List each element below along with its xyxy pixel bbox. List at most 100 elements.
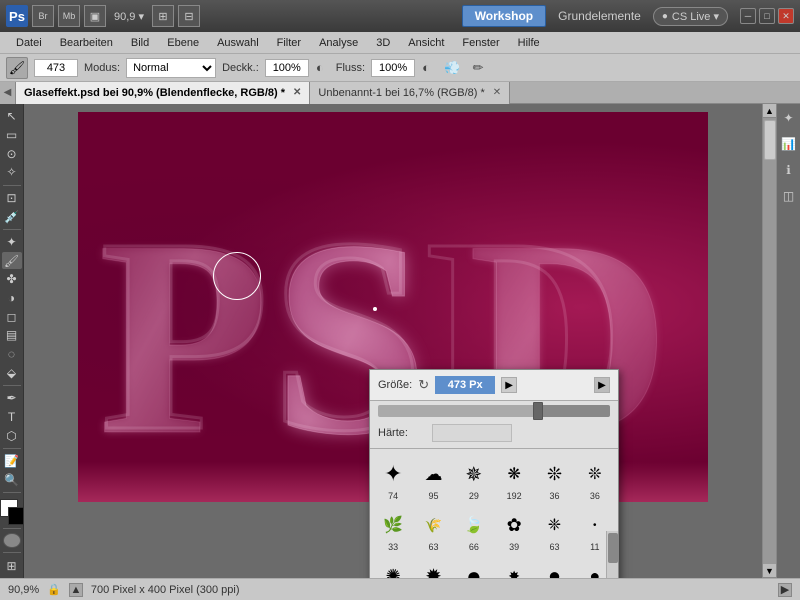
pressure-icon[interactable]: ✏ xyxy=(468,58,488,78)
brush-item-14[interactable]: ●55 xyxy=(455,557,493,578)
brush-item-16[interactable]: ●75 xyxy=(535,557,573,578)
workshop-button[interactable]: Workshop xyxy=(462,5,546,27)
brush-item-9[interactable]: ✿39 xyxy=(495,506,533,555)
color-swatches[interactable] xyxy=(0,499,24,522)
brush-scrollbar[interactable] xyxy=(606,531,618,578)
brush-picker-popup[interactable]: Größe: ↻ ▶ ▶ Härte: ✦74☁95✵29❋192❊36❊36🌿… xyxy=(369,369,619,578)
tab-unbenannt[interactable]: Unbenannt-1 bei 16,7% (RGB/8) * ✕ xyxy=(310,82,510,104)
brush-size-input[interactable] xyxy=(34,59,78,77)
brush-item-5[interactable]: ❊36 xyxy=(576,455,614,504)
brush-item-12[interactable]: ✺48 xyxy=(374,557,412,578)
crop-tool[interactable]: ⊡ xyxy=(2,190,22,207)
brush-item-13[interactable]: ✹32 xyxy=(414,557,452,578)
scroll-down-btn[interactable]: ▼ xyxy=(763,564,777,578)
spot-heal-tool[interactable]: ✦ xyxy=(2,234,22,251)
select-rect-tool[interactable]: ▭ xyxy=(2,127,22,144)
hardness-input[interactable] xyxy=(432,424,512,442)
menu-analyse[interactable]: Analyse xyxy=(311,35,366,51)
text-tool[interactable]: T xyxy=(2,409,22,426)
deckung-icon[interactable]: ◐ xyxy=(310,58,330,78)
size-arrow-right[interactable]: ▶ xyxy=(501,377,517,393)
layout-btn[interactable]: ⊟ xyxy=(178,5,200,27)
brush-item-15[interactable]: ✸100 xyxy=(495,557,533,578)
popup-options-btn[interactable]: ▶ xyxy=(594,377,610,393)
size-slider[interactable] xyxy=(378,405,610,417)
background-color[interactable] xyxy=(8,507,24,525)
modus-dropdown[interactable]: Normal xyxy=(126,58,216,78)
pen-tool[interactable]: ✒ xyxy=(2,390,22,407)
arrange-btn[interactable]: ⊞ xyxy=(152,5,174,27)
size-input[interactable] xyxy=(435,376,495,394)
status-scroll-right[interactable]: ▶ xyxy=(778,583,792,597)
scroll-track[interactable] xyxy=(763,118,776,564)
gradient-tool[interactable]: ▤ xyxy=(2,327,22,344)
brush-tool-icon[interactable]: 🖌 xyxy=(6,57,28,79)
cs-live-button[interactable]: ● CS Live ▾ xyxy=(653,7,728,26)
zoom-tool[interactable]: 🔍 xyxy=(2,471,22,488)
menu-filter[interactable]: Filter xyxy=(269,35,309,51)
bridge-badge[interactable]: Br xyxy=(32,5,54,27)
shape-tool[interactable]: ⬡ xyxy=(2,427,22,444)
blur-tool[interactable]: ◌ xyxy=(2,346,22,363)
tab-glaseffekt-close[interactable]: ✕ xyxy=(293,87,301,98)
minimize-button[interactable]: ─ xyxy=(740,8,756,24)
menu-hilfe[interactable]: Hilfe xyxy=(510,35,548,51)
notes-tool[interactable]: 📝 xyxy=(2,453,22,470)
menu-datei[interactable]: Datei xyxy=(8,35,50,51)
airbrush-icon[interactable]: 💨 xyxy=(442,58,462,78)
close-button[interactable]: ✕ xyxy=(778,8,794,24)
menu-3d[interactable]: 3D xyxy=(368,35,398,51)
move-tool[interactable]: ↖ xyxy=(2,108,22,125)
minibr-badge[interactable]: Mb xyxy=(58,5,80,27)
menu-ansicht[interactable]: Ansicht xyxy=(400,35,452,51)
clone-tool[interactable]: ✤ xyxy=(2,271,22,288)
menu-bild[interactable]: Bild xyxy=(123,35,157,51)
menu-fenster[interactable]: Fenster xyxy=(454,35,507,51)
scroll-up-btn[interactable]: ▲ xyxy=(763,104,777,118)
brush-item-7[interactable]: 🌾63 xyxy=(414,506,452,555)
compass-icon[interactable]: ✦ xyxy=(779,108,799,128)
canvas-area[interactable]: P S D P S D PSD xyxy=(24,104,762,578)
eyedropper-tool[interactable]: 💉 xyxy=(2,208,22,225)
brush-item-3[interactable]: ❋192 xyxy=(495,455,533,504)
magic-wand-tool[interactable]: ✧ xyxy=(2,164,22,181)
menu-auswahl[interactable]: Auswahl xyxy=(209,35,267,51)
tab-left-btn[interactable]: ◀ xyxy=(0,82,16,104)
brush-item-0[interactable]: ✦74 xyxy=(374,455,412,504)
brush-item-2[interactable]: ✵29 xyxy=(455,455,493,504)
tab-glaseffekt[interactable]: Glaseffekt.psd bei 90,9% (Blendenflecke,… xyxy=(16,82,310,104)
brush-item-6[interactable]: 🌿33 xyxy=(374,506,412,555)
screen-mode-btn[interactable]: ▣ xyxy=(84,5,106,27)
info-icon[interactable]: ℹ xyxy=(779,160,799,180)
dodge-tool[interactable]: ⬙ xyxy=(2,364,22,381)
scroll-thumb[interactable] xyxy=(764,120,776,160)
fluss-input[interactable] xyxy=(371,59,415,77)
brush-num-6: 33 xyxy=(388,542,398,552)
screen-mode-btn[interactable]: ⊞ xyxy=(2,557,22,574)
fluss-icon[interactable]: ◐ xyxy=(416,58,436,78)
maximize-button[interactable]: □ xyxy=(759,8,775,24)
brush-tool[interactable]: 🖌 xyxy=(2,252,22,269)
menu-ebene[interactable]: Ebene xyxy=(159,35,207,51)
refresh-icon[interactable]: ↻ xyxy=(418,377,429,393)
lasso-tool[interactable]: ⊙ xyxy=(2,145,22,162)
history-tool[interactable]: ◑ xyxy=(2,290,22,307)
brush-item-8[interactable]: 🍃66 xyxy=(455,506,493,555)
brush-icon-6: 🌿 xyxy=(377,509,409,541)
quick-mask-btn[interactable] xyxy=(3,533,21,548)
deckung-input[interactable] xyxy=(265,59,309,77)
tab-unbenannt-close[interactable]: ✕ xyxy=(493,87,501,98)
brush-item-1[interactable]: ☁95 xyxy=(414,455,452,504)
status-arrow-btn[interactable]: ▲ xyxy=(69,583,83,597)
layers-icon[interactable]: ◫ xyxy=(779,186,799,206)
histogram-icon[interactable]: 📊 xyxy=(779,134,799,154)
brush-item-10[interactable]: ❈63 xyxy=(535,506,573,555)
brush-num-1: 95 xyxy=(428,491,438,501)
eraser-tool[interactable]: ◻ xyxy=(2,308,22,325)
vertical-scrollbar[interactable]: ▲ ▼ xyxy=(762,104,776,578)
brush-item-4[interactable]: ❊36 xyxy=(535,455,573,504)
zoom-percent: 90,9% xyxy=(8,584,39,596)
separator-5 xyxy=(3,492,21,493)
menu-bearbeiten[interactable]: Bearbeiten xyxy=(52,35,121,51)
scroll-thumb[interactable] xyxy=(608,533,618,563)
